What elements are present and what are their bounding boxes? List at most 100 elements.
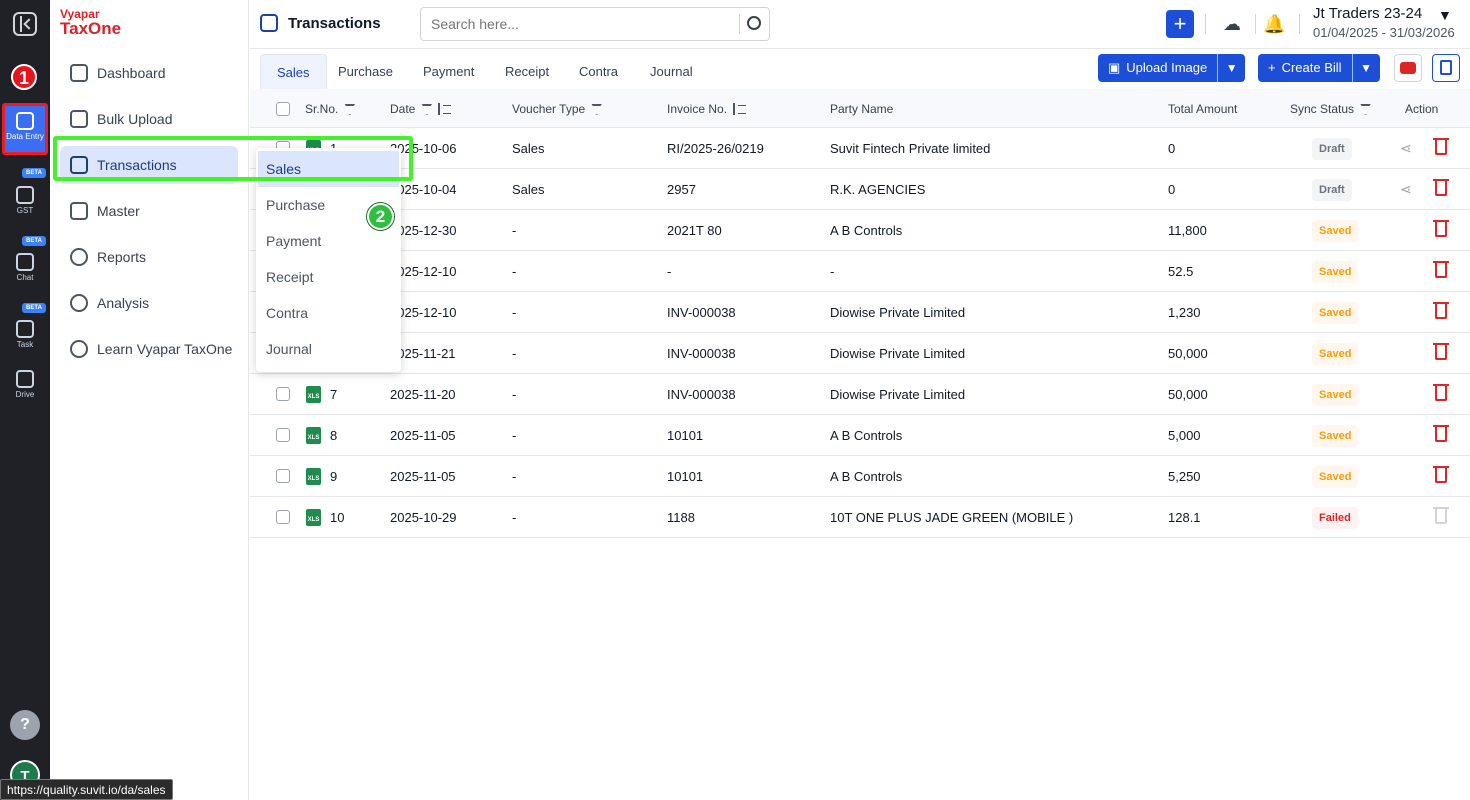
share-icon[interactable]: ⋖: [1400, 181, 1416, 197]
table-row[interactable]: XLS 7 2025-11-20 - INV-000038 Diowise Private…: [250, 374, 1470, 415]
filter-icon[interactable]: [591, 103, 603, 115]
dropdown-item-journal[interactable]: Journal: [256, 331, 401, 367]
table-row[interactable]: XLS32025-12-30-2021T 80A B Controls11,80…: [250, 210, 1470, 251]
voucher-tabs: Sales Purchase Payment Receipt Contra Jo…: [250, 49, 1470, 89]
table-row[interactable]: XLS12025-10-06SalesRI/2025-26/0219Suvit …: [250, 128, 1470, 169]
table-row[interactable]: XLS62025-11-21-INV-000038Diowise Private…: [250, 333, 1470, 374]
table-body: XLS12025-10-06SalesRI/2025-26/0219Suvit …: [250, 128, 1470, 538]
rail-item-gst[interactable]: GST: [0, 186, 50, 216]
step-badge-1: 1: [11, 64, 37, 90]
sync-status-badge: Saved: [1312, 261, 1359, 283]
share-icon[interactable]: ⋖: [1400, 140, 1416, 156]
sort-icon[interactable]: [733, 103, 747, 115]
tab-contra[interactable]: Contra: [563, 54, 634, 89]
bell-icon[interactable]: 🔔: [1263, 13, 1285, 35]
company-selector[interactable]: Jt Traders 23-24 01/04/2025 - 31/03/2026…: [1313, 5, 1455, 40]
delete-icon[interactable]: [1433, 179, 1449, 196]
rail-item-drive[interactable]: Drive: [0, 370, 50, 400]
sidebar-item-master[interactable]: Master: [60, 192, 238, 230]
filter-icon[interactable]: [1360, 103, 1372, 115]
create-bill-button[interactable]: + Create Bill: [1258, 54, 1352, 82]
row-checkbox[interactable]: [276, 387, 290, 401]
cell-party-name: -: [830, 264, 835, 279]
sidebar-item-bulk-upload[interactable]: Bulk Upload: [60, 100, 238, 138]
sync-status-badge: Draft: [1312, 138, 1352, 160]
cell-srno: 10: [330, 510, 345, 525]
cell-total-amount: 0: [1168, 182, 1176, 197]
cell-voucher-type: -: [512, 346, 517, 361]
create-bill-dropdown[interactable]: ▼: [1351, 54, 1380, 82]
pie-chart-icon: [70, 248, 88, 266]
transactions-icon: [260, 14, 278, 32]
tab-journal[interactable]: Journal: [634, 54, 709, 89]
dropdown-item-sales[interactable]: Sales: [258, 151, 399, 187]
sidebar-item-label: Bulk Upload: [97, 111, 173, 127]
delete-icon[interactable]: [1433, 466, 1449, 483]
learn-icon: [70, 340, 88, 358]
dropdown-item-contra[interactable]: Contra: [256, 295, 401, 331]
table-row[interactable]: XLS52025-12-10-INV-000038Diowise Private…: [250, 292, 1470, 333]
row-checkbox[interactable]: [276, 428, 290, 442]
document-icon: [1440, 60, 1452, 75]
dropdown-item-receipt[interactable]: Receipt: [256, 259, 401, 295]
tab-payment[interactable]: Payment: [407, 54, 490, 89]
upload-image-dropdown[interactable]: ▼: [1217, 54, 1246, 82]
sort-icon[interactable]: [438, 103, 452, 115]
delete-icon[interactable]: [1433, 138, 1449, 155]
rail-item-chat[interactable]: Chat: [0, 253, 50, 283]
cell-party-name: Diowise Private Limited: [830, 305, 966, 320]
filter-icon[interactable]: [344, 103, 356, 115]
collapse-sidebar-icon[interactable]: [13, 12, 37, 36]
cloud-download-icon[interactable]: ☁: [1221, 13, 1243, 35]
col-party-label: Party Name: [830, 102, 894, 116]
col-date: Date: [390, 102, 452, 116]
cell-total-amount: 1,230: [1168, 305, 1201, 320]
rail-item-label: Task: [16, 340, 34, 349]
col-invoice-no: Invoice No.: [667, 102, 747, 116]
delete-icon: [1433, 507, 1449, 524]
table-row[interactable]: XLS42025-12-10---52.5Saved: [250, 251, 1470, 292]
table-row[interactable]: XLS 10 2025-10-29 - 1188 10T ONE PLUS JADE GR…: [250, 497, 1470, 538]
rail-item-label: Drive: [15, 390, 35, 399]
xls-file-icon: XLS: [306, 509, 321, 526]
rail-item-task[interactable]: Task: [0, 320, 50, 350]
sidebar-item-dashboard[interactable]: Dashboard: [60, 54, 238, 92]
table-row[interactable]: XLS 8 2025-11-05 - 10101 A B Controls 5,000 Sav…: [250, 415, 1470, 456]
vyapar-taxone-logo[interactable]: Vyapar TaxOne: [60, 8, 121, 37]
cell-voucher-type: -: [512, 305, 517, 320]
tab-purchase[interactable]: Purchase: [322, 54, 409, 89]
youtube-button[interactable]: [1394, 54, 1422, 82]
cell-total-amount: 50,000: [1168, 346, 1208, 361]
help-button[interactable]: ?: [10, 710, 40, 740]
delete-icon[interactable]: [1433, 261, 1449, 278]
row-checkbox[interactable]: [276, 510, 290, 524]
delete-icon[interactable]: [1433, 425, 1449, 442]
delete-icon[interactable]: [1433, 343, 1449, 360]
row-checkbox[interactable]: [276, 469, 290, 483]
delete-icon[interactable]: [1433, 220, 1449, 237]
company-name: Jt Traders 23-24: [1313, 5, 1423, 22]
tab-receipt[interactable]: Receipt: [489, 54, 565, 89]
search-input[interactable]: [421, 8, 721, 40]
cell-invoice-no: 10101: [667, 428, 704, 443]
select-all-checkbox[interactable]: [276, 102, 290, 116]
sidebar-item-transactions[interactable]: Transactions: [60, 146, 238, 184]
cell-total-amount: 0: [1168, 141, 1176, 156]
sidebar-item-reports[interactable]: Reports: [60, 238, 238, 276]
rail-item-data-entry[interactable]: Data Entry: [2, 103, 48, 155]
document-button[interactable]: [1432, 54, 1460, 82]
filter-icon[interactable]: [421, 103, 433, 115]
search-icon[interactable]: [747, 16, 761, 30]
delete-icon[interactable]: [1433, 384, 1449, 401]
sidebar-item-label: Master: [97, 203, 140, 219]
upload-image-button[interactable]: ▣ Upload Image: [1098, 54, 1218, 82]
sidebar-item-learn[interactable]: Learn Vyapar TaxOne: [60, 330, 238, 368]
table-row[interactable]: XLS22025-10-04Sales2957R.K. AGENCIES0Dra…: [250, 169, 1470, 210]
sidebar-item-analysis[interactable]: Analysis: [60, 284, 238, 322]
sidebar-item-label: Dashboard: [97, 65, 166, 81]
divider: [1299, 14, 1300, 34]
delete-icon[interactable]: [1433, 302, 1449, 319]
tab-sales[interactable]: Sales: [260, 54, 327, 89]
add-button[interactable]: +: [1166, 10, 1194, 38]
table-row[interactable]: XLS 9 2025-11-05 - 10101 A B Controls 5,250 Sav…: [250, 456, 1470, 497]
